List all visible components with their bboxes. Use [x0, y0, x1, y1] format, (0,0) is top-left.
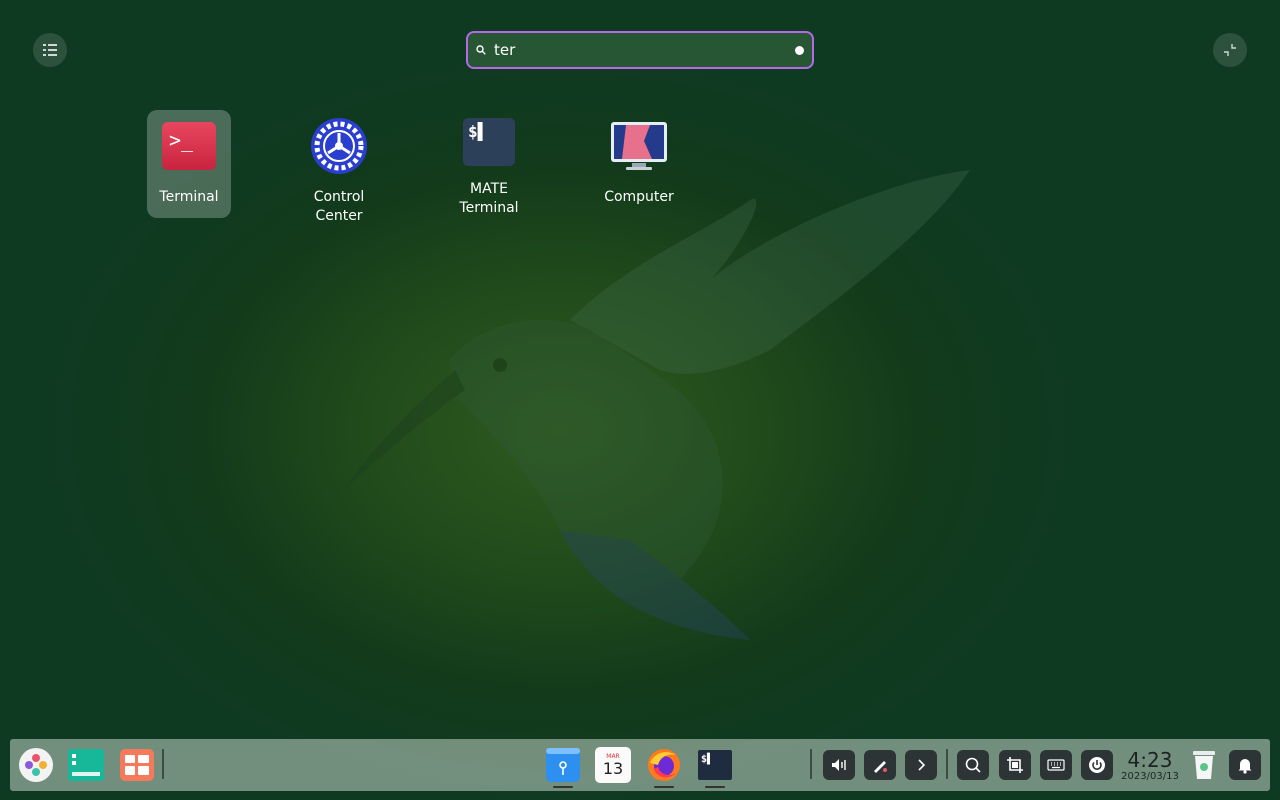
calendar-icon: MAR 13 — [595, 747, 631, 783]
clear-search-button[interactable] — [795, 45, 804, 55]
dock-file-manager[interactable] — [544, 747, 582, 783]
screenshot-icon — [1007, 757, 1023, 773]
search-box[interactable] — [466, 31, 814, 69]
trash-icon — [1193, 751, 1215, 779]
expand-tray-button[interactable] — [905, 750, 937, 780]
firefox-icon — [648, 749, 680, 781]
dock-terminal[interactable]: $▌ — [696, 747, 734, 783]
calendar-day: 13 — [602, 758, 624, 778]
app-label: Control Center — [313, 189, 365, 224]
workspace-icon — [120, 749, 154, 781]
file-manager-icon — [546, 748, 580, 782]
volume-icon — [832, 759, 846, 771]
bell-icon — [1238, 759, 1252, 774]
launcher-icon — [19, 748, 53, 782]
app-computer[interactable]: Computer — [597, 110, 681, 218]
keyboard-button[interactable] — [1040, 750, 1072, 780]
search-button[interactable] — [957, 750, 989, 780]
power-button[interactable] — [1081, 750, 1113, 780]
running-indicator — [654, 786, 674, 788]
clock[interactable]: 4:23 2023/03/13 — [1118, 749, 1182, 783]
svg-text:$▌: $▌ — [701, 752, 713, 765]
dock-separator — [162, 749, 164, 779]
svg-text:>_: >_ — [169, 128, 194, 152]
dock-calendar[interactable]: MAR 13 — [594, 747, 632, 783]
list-view-button[interactable] — [33, 33, 67, 67]
clock-time: 4:23 — [1127, 748, 1173, 772]
dock-separator — [946, 749, 948, 779]
search-input[interactable] — [494, 41, 795, 59]
collapse-button[interactable] — [1213, 33, 1247, 67]
hummingbird-wallpaper-image — [342, 170, 970, 640]
app-label: Terminal — [159, 189, 219, 205]
app-label: MATE Terminal — [459, 181, 519, 216]
multitasking-icon — [68, 749, 104, 781]
terminal-icon: >_ — [160, 117, 218, 175]
keyboard-icon — [1047, 759, 1065, 771]
collapse-icon — [1224, 44, 1236, 56]
screenshot-button[interactable] — [999, 750, 1031, 780]
chevron-right-icon — [918, 759, 926, 771]
computer-icon — [610, 117, 668, 175]
volume-button[interactable] — [823, 750, 855, 780]
pen-button[interactable] — [864, 750, 896, 780]
app-control-center[interactable]: Control Center — [297, 110, 381, 224]
search-icon — [476, 45, 486, 55]
svg-text:$▌: $▌ — [468, 121, 487, 141]
running-indicator — [553, 786, 573, 788]
power-icon — [1089, 757, 1105, 773]
list-view-icon — [43, 44, 57, 56]
multitasking-view-button[interactable] — [67, 747, 105, 783]
running-indicator — [705, 786, 725, 788]
control-center-icon — [310, 117, 368, 175]
pen-icon — [874, 761, 887, 773]
app-mate-terminal[interactable]: $▌ MATE Terminal — [447, 110, 531, 218]
app-label: Computer — [604, 189, 674, 205]
launcher-button[interactable] — [17, 747, 55, 783]
app-terminal[interactable]: >_ Terminal — [147, 110, 231, 218]
clock-date: 2023/03/13 — [1121, 771, 1179, 782]
workspace-button[interactable] — [118, 747, 156, 783]
terminal-icon: $▌ — [698, 750, 732, 780]
search-icon — [965, 757, 981, 773]
trash-button[interactable] — [1185, 747, 1223, 783]
notification-button[interactable] — [1229, 750, 1261, 780]
dock-separator — [810, 749, 812, 779]
mate-terminal-icon: $▌ — [460, 117, 518, 167]
dock-firefox[interactable] — [645, 747, 683, 783]
